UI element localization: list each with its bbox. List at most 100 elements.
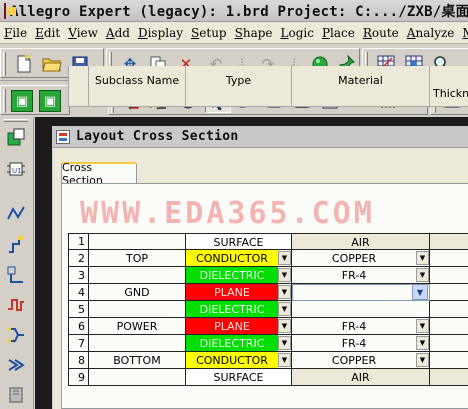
thickness-cell[interactable]	[430, 250, 468, 267]
menu-shape[interactable]: Shape	[231, 26, 277, 40]
toolbar-grip[interactable]	[3, 52, 6, 76]
menu-label-rest: etup	[199, 25, 227, 40]
header-thickness[interactable]: Thickn	[430, 66, 468, 107]
subclass-name-cell[interactable]: BOTTOM	[89, 352, 186, 369]
type-cell[interactable]: CONDUCTOR ▼	[186, 352, 292, 369]
tab-cross-section[interactable]: Cross Section	[61, 161, 137, 187]
subclass-name-cell[interactable]: POWER	[89, 318, 186, 335]
row-number: 2	[68, 250, 89, 267]
dialog-title-bar[interactable]: Layout Cross Section	[53, 126, 468, 148]
material-dropdown-icon[interactable]: ▼	[416, 336, 429, 350]
thickness-cell[interactable]	[430, 301, 468, 318]
material-cell[interactable]: AIR	[292, 233, 430, 250]
book-icon[interactable]	[4, 383, 28, 407]
menu-view[interactable]: View	[64, 26, 102, 40]
material-cell[interactable]: FR-4 ▼	[292, 267, 430, 284]
menu-add[interactable]: Add	[102, 26, 134, 40]
type-dropdown-icon[interactable]: ▼	[278, 268, 291, 282]
material-dropdown-icon[interactable]: ▼	[416, 251, 429, 265]
material-dropdown-icon[interactable]: ▼	[416, 268, 429, 282]
new-file-icon[interactable]	[11, 52, 37, 76]
row-number: 7	[68, 335, 89, 352]
type-cell[interactable]: SURFACE	[186, 233, 292, 250]
route-icon[interactable]	[4, 201, 28, 225]
toolbar-grip[interactable]	[4, 119, 28, 122]
material-cell[interactable]: ▼	[292, 284, 430, 301]
thickness-cell[interactable]	[430, 369, 468, 386]
material-cell[interactable]: AIR	[292, 369, 430, 386]
menu-display[interactable]: Display	[134, 26, 187, 40]
type-cell[interactable]: DIELECTRIC ▼	[186, 335, 292, 352]
menu-analyze[interactable]: Analyze	[403, 26, 459, 40]
thickness-cell[interactable]	[430, 335, 468, 352]
material-cell[interactable]	[292, 301, 430, 318]
layer-icon[interactable]	[4, 125, 28, 149]
film-green2-icon[interactable]: ▣	[39, 90, 61, 112]
type-cell[interactable]: CONDUCTOR ▼	[186, 250, 292, 267]
dialog-title: Layout Cross Section	[76, 129, 239, 144]
thickness-cell[interactable]	[430, 267, 468, 284]
open-folder-icon[interactable]	[39, 52, 65, 76]
material-value	[292, 301, 429, 317]
subclass-name-cell[interactable]	[89, 267, 186, 284]
wave-icon[interactable]	[4, 293, 28, 317]
menu-route[interactable]: Route	[359, 26, 403, 40]
subclass-name-cell[interactable]: TOP	[89, 250, 186, 267]
menu-edit[interactable]: Edit	[31, 26, 64, 40]
menu-accel-key: D	[137, 25, 148, 40]
type-dropdown-icon[interactable]: ▼	[278, 251, 291, 265]
ic-chip-icon[interactable]: U1	[4, 157, 28, 181]
type-dropdown-icon[interactable]: ▼	[278, 285, 291, 299]
pin2-icon[interactable]	[4, 323, 28, 347]
type-cell[interactable]: DIELECTRIC ▼	[186, 301, 292, 318]
type-cell[interactable]: DIELECTRIC ▼	[186, 267, 292, 284]
subclass-name-cell[interactable]	[89, 233, 186, 250]
connect-icon[interactable]	[4, 263, 28, 287]
type-cell[interactable]: PLANE ▼	[186, 284, 292, 301]
material-dropdown-icon[interactable]: ▼	[416, 353, 429, 367]
menu-file[interactable]: File	[0, 26, 31, 40]
type-dropdown-icon[interactable]: ▼	[278, 336, 291, 350]
type-value: SURFACE	[186, 369, 291, 385]
type-value: DIELECTRIC	[186, 301, 278, 317]
menu-logic[interactable]: Logic	[277, 26, 318, 40]
header-type[interactable]: Type	[186, 66, 292, 107]
material-cell[interactable]: FR-4 ▼	[292, 318, 430, 335]
thickness-cell[interactable]	[430, 233, 468, 250]
table-row: 4 GND PLANE ▼ ▼	[68, 284, 468, 301]
type-cell[interactable]: PLANE ▼	[186, 318, 292, 335]
allegro-app-icon	[4, 2, 16, 19]
type-dropdown-icon[interactable]: ▼	[278, 319, 291, 333]
menu-place[interactable]: Place	[318, 26, 359, 40]
arrow-right-icon[interactable]	[4, 353, 28, 377]
header-material[interactable]: Material	[292, 66, 430, 107]
left-toolbar: U1	[0, 117, 34, 409]
menu-setup[interactable]: Setup	[187, 26, 231, 40]
type-cell[interactable]: SURFACE	[186, 369, 292, 386]
film-green-icon[interactable]: ▣	[11, 90, 33, 112]
material-cell[interactable]: COPPER ▼	[292, 250, 430, 267]
material-combo-dropdown-icon[interactable]: ▼	[412, 284, 428, 300]
thickness-cell[interactable]	[430, 352, 468, 369]
subclass-name-cell[interactable]	[89, 301, 186, 318]
subclass-name-cell[interactable]: GND	[89, 284, 186, 301]
row-number: 8	[68, 352, 89, 369]
thickness-cell[interactable]	[430, 284, 468, 301]
toolbar-grip[interactable]	[3, 89, 6, 113]
thickness-cell[interactable]	[430, 318, 468, 335]
menu-m[interactable]: M	[458, 26, 468, 40]
material-cell[interactable]: COPPER ▼	[292, 352, 430, 369]
subclass-name-cell[interactable]	[89, 369, 186, 386]
svg-text:U1: U1	[12, 167, 22, 175]
material-dropdown-icon[interactable]: ▼	[416, 319, 429, 333]
type-dropdown-icon[interactable]: ▼	[278, 302, 291, 316]
dialog-icon	[56, 129, 70, 144]
material-cell[interactable]: FR-4 ▼	[292, 335, 430, 352]
header-subclass[interactable]: Subclass Name	[89, 66, 186, 107]
row-number: 6	[68, 318, 89, 335]
subclass-name-cell[interactable]	[89, 335, 186, 352]
allegro-window: Allegro Expert (legacy): 1.brd Project: …	[0, 0, 468, 409]
type-dropdown-icon[interactable]: ▼	[278, 353, 291, 367]
menu-label-rest: isplay	[147, 25, 184, 40]
route2-icon[interactable]	[4, 233, 28, 257]
